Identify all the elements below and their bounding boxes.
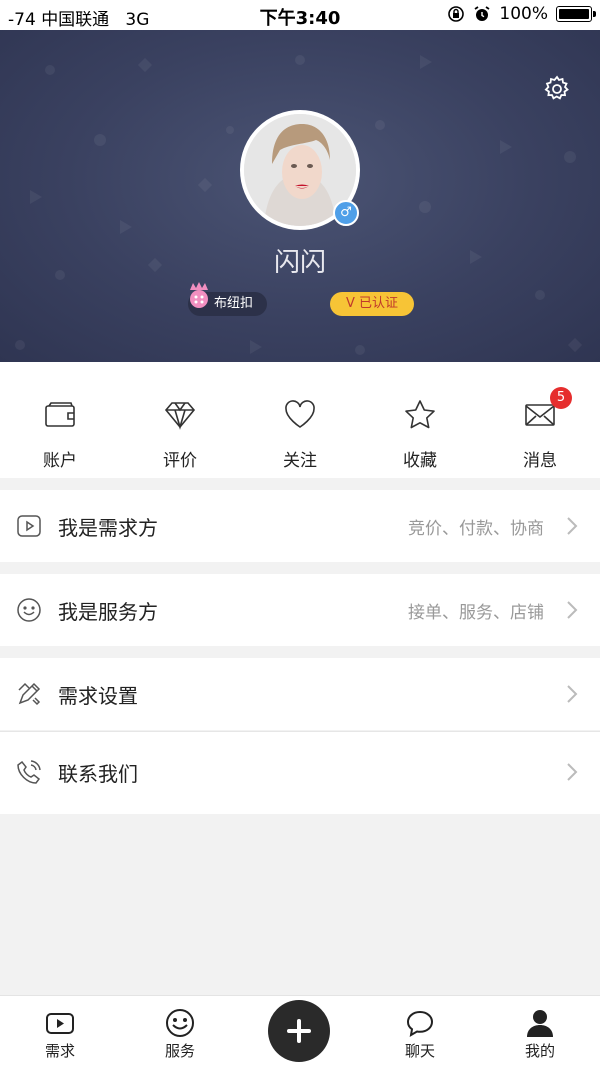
menu-title: 联系我们 xyxy=(58,762,138,786)
verified-badge: V 已认证 xyxy=(330,292,414,316)
quick-action-label: 账户 xyxy=(43,451,77,471)
tab-mine[interactable]: 我的 xyxy=(480,996,600,1068)
menu-title: 我是服务方 xyxy=(58,600,158,624)
rotation-lock-icon xyxy=(448,6,465,22)
status-icons: 100% xyxy=(447,4,596,24)
add-post-button[interactable] xyxy=(268,1000,330,1062)
quick-action-follow[interactable]: 关注 xyxy=(240,362,360,478)
crown-button-icon xyxy=(190,282,208,308)
menu-subtitle: 竞价、付款、协商 xyxy=(408,519,544,539)
menu-row-provider[interactable]: 我是服务方 接单、服务、店铺 xyxy=(0,574,600,646)
user-icon xyxy=(527,1010,553,1037)
smile-icon xyxy=(166,1009,194,1037)
alarm-icon xyxy=(474,6,490,21)
quick-action-favorites[interactable]: 收藏 xyxy=(360,362,480,478)
male-gender-icon: ♂ xyxy=(333,200,359,226)
quick-action-label: 收藏 xyxy=(403,451,437,471)
tab-label: 聊天 xyxy=(404,1042,435,1060)
tag-label: 布纽扣 xyxy=(214,296,254,311)
tab-label: 我的 xyxy=(524,1042,555,1060)
play-square-icon xyxy=(46,1013,74,1034)
tab-requests[interactable]: 需求 xyxy=(0,996,120,1068)
settings-gear-icon[interactable] xyxy=(542,74,572,104)
play-square-icon xyxy=(17,515,41,537)
tab-label: 服务 xyxy=(164,1042,195,1060)
menu-subtitle: 接单、服务、店铺 xyxy=(408,603,544,623)
phone-icon xyxy=(17,760,41,784)
chevron-right-icon xyxy=(567,763,578,781)
quick-action-reviews[interactable]: 评价 xyxy=(120,362,240,478)
chevron-right-icon xyxy=(567,601,578,619)
tab-chat[interactable]: 聊天 xyxy=(360,996,480,1068)
chat-bubble-icon xyxy=(406,1010,434,1037)
pencil-ruler-icon xyxy=(18,682,41,706)
chevron-right-icon xyxy=(567,685,578,703)
quick-action-account[interactable]: 账户 xyxy=(0,362,120,478)
menu-row-contact-us[interactable]: 联系我们 xyxy=(0,732,600,814)
tag-badge[interactable]: 布纽扣 xyxy=(188,282,268,316)
quick-action-label: 评价 xyxy=(163,451,197,471)
battery-icon xyxy=(556,6,596,22)
status-bar: -74 中国联通 3G 下午3:40 100% xyxy=(0,0,600,30)
menu-row-request-settings[interactable]: 需求设置 xyxy=(0,658,600,730)
tab-services[interactable]: 服务 xyxy=(120,996,240,1068)
heart-icon xyxy=(285,400,315,428)
battery-percent: 100% xyxy=(499,4,548,24)
quick-action-messages[interactable]: 5 消息 xyxy=(480,362,600,478)
menu-title: 我是需求方 xyxy=(58,516,158,540)
star-icon xyxy=(405,400,435,429)
menu-row-requester[interactable]: 我是需求方 竞价、付款、协商 xyxy=(0,490,600,562)
quick-actions: 账户 评价 关注 收藏 5 消息 xyxy=(0,362,600,478)
profile-header: ♂ 闪闪 布纽扣 V 已认证 xyxy=(0,30,600,362)
message-count-badge: 5 xyxy=(550,387,572,409)
menu-title: 需求设置 xyxy=(58,684,138,708)
diamond-icon xyxy=(164,402,196,430)
username: 闪闪 xyxy=(273,248,326,278)
wallet-icon xyxy=(45,402,75,427)
quick-action-label: 关注 xyxy=(283,451,317,471)
quick-action-label: 消息 xyxy=(523,451,557,471)
chevron-right-icon xyxy=(567,517,578,535)
tab-label: 需求 xyxy=(44,1042,75,1060)
smile-icon xyxy=(17,598,41,622)
